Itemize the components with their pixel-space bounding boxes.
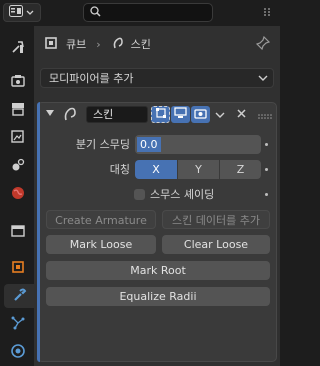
edit-mode-toggle[interactable] <box>151 106 170 123</box>
keyframe-dot[interactable] <box>265 193 268 196</box>
particles-icon <box>10 315 26 334</box>
skin-modifier-icon <box>62 106 78 125</box>
view-layer-icon <box>10 129 26 148</box>
mark-loose-button[interactable]: Mark Loose <box>46 235 156 254</box>
tab-modifier[interactable] <box>4 284 36 308</box>
add-modifier-dropdown[interactable]: 모디파이어를 추가 <box>40 68 274 88</box>
skin-modifier-panel: 스킨 분기 스무딩 0.0 대칭 X Y Z 스무스 셰이딩 Create Ar… <box>37 102 277 362</box>
output-icon <box>10 101 26 120</box>
keyframe-dot[interactable] <box>265 143 268 146</box>
tab-collection[interactable] <box>4 220 31 244</box>
branch-smoothing-label: 분기 스무딩 <box>75 138 130 151</box>
close-icon[interactable] <box>236 108 247 122</box>
tab-world[interactable] <box>4 182 31 206</box>
scene-icon <box>10 157 26 176</box>
keyframe-dot[interactable] <box>265 168 268 171</box>
editor-type-selector[interactable] <box>3 3 41 22</box>
clear-loose-button[interactable]: Clear Loose <box>162 235 270 254</box>
tab-view-layer[interactable] <box>4 126 31 150</box>
tab-particles[interactable] <box>4 312 31 336</box>
editor-type-icon <box>9 5 23 20</box>
symmetry-axes: X Y Z <box>135 160 261 179</box>
create-armature-button[interactable]: Create Armature <box>46 210 156 229</box>
add-skin-data-button[interactable]: 스킨 데이터를 추가 <box>162 210 270 229</box>
breadcrumb: 큐브 › 스킨 <box>34 26 280 62</box>
collection-icon <box>10 223 26 242</box>
modifier-icon <box>12 287 28 306</box>
breadcrumb-modifier: 스킨 <box>130 38 151 51</box>
smooth-shading-label: 스무스 셰이딩 <box>150 188 215 201</box>
symmetry-x-toggle[interactable]: X <box>135 160 177 179</box>
tab-scene[interactable] <box>4 154 31 178</box>
search-box[interactable] <box>83 3 213 22</box>
object-icon <box>10 259 26 278</box>
branch-smoothing-row: 분기 스무딩 0.0 <box>38 135 276 154</box>
modifier-name-field[interactable]: 스킨 <box>86 106 148 123</box>
physics-icon <box>10 343 26 362</box>
branch-smoothing-value: 0.0 <box>137 137 161 152</box>
symmetry-row: 대칭 X Y Z <box>38 160 276 179</box>
viewport-toggle[interactable] <box>171 106 190 123</box>
tab-render[interactable] <box>4 70 31 94</box>
property-tabs <box>0 26 36 366</box>
symmetry-z-toggle[interactable]: Z <box>219 160 261 179</box>
top-bar <box>0 0 280 26</box>
equalize-radii-button[interactable]: Equalize Radii <box>46 287 270 306</box>
render-toggle[interactable] <box>191 106 210 123</box>
mark-root-button[interactable]: Mark Root <box>46 261 270 280</box>
render-icon <box>10 73 26 92</box>
branch-smoothing-field[interactable]: 0.0 <box>135 135 261 154</box>
cube-icon <box>44 36 58 53</box>
chevron-down-icon[interactable] <box>215 109 225 122</box>
tab-tool[interactable] <box>4 36 31 60</box>
monitor-icon <box>174 107 187 122</box>
smooth-shading-row: 스무스 셰이딩 <box>38 185 276 204</box>
search-input[interactable] <box>101 7 205 18</box>
breadcrumb-object: 큐브 <box>66 38 87 51</box>
world-icon <box>10 185 26 204</box>
chevron-down-icon <box>26 6 34 19</box>
tab-object[interactable] <box>4 256 31 280</box>
properties-panel: 큐브 › 스킨 모디파이어를 추가 스킨 분기 스무딩 0.0 대칭 X Y Z… <box>34 26 280 366</box>
camera-icon <box>194 107 207 122</box>
edit-mode-icon <box>155 107 167 122</box>
smooth-shading-checkbox[interactable] <box>134 189 145 200</box>
chevron-down-icon <box>258 72 268 87</box>
tab-physics[interactable] <box>4 340 31 364</box>
tool-icon <box>10 39 26 58</box>
tab-output[interactable] <box>4 98 31 122</box>
skin-modifier-icon <box>111 36 125 53</box>
symmetry-y-toggle[interactable]: Y <box>177 160 219 179</box>
modifier-header: 스킨 <box>38 103 276 125</box>
collapse-icon[interactable] <box>45 108 55 121</box>
drag-handle-icon[interactable] <box>258 110 272 123</box>
breadcrumb-separator: › <box>96 37 101 51</box>
add-modifier-label: 모디파이어를 추가 <box>49 72 134 85</box>
symmetry-label: 대칭 <box>109 163 130 176</box>
options-icon[interactable] <box>262 6 272 21</box>
search-icon <box>90 5 101 20</box>
pin-icon[interactable] <box>255 35 271 53</box>
